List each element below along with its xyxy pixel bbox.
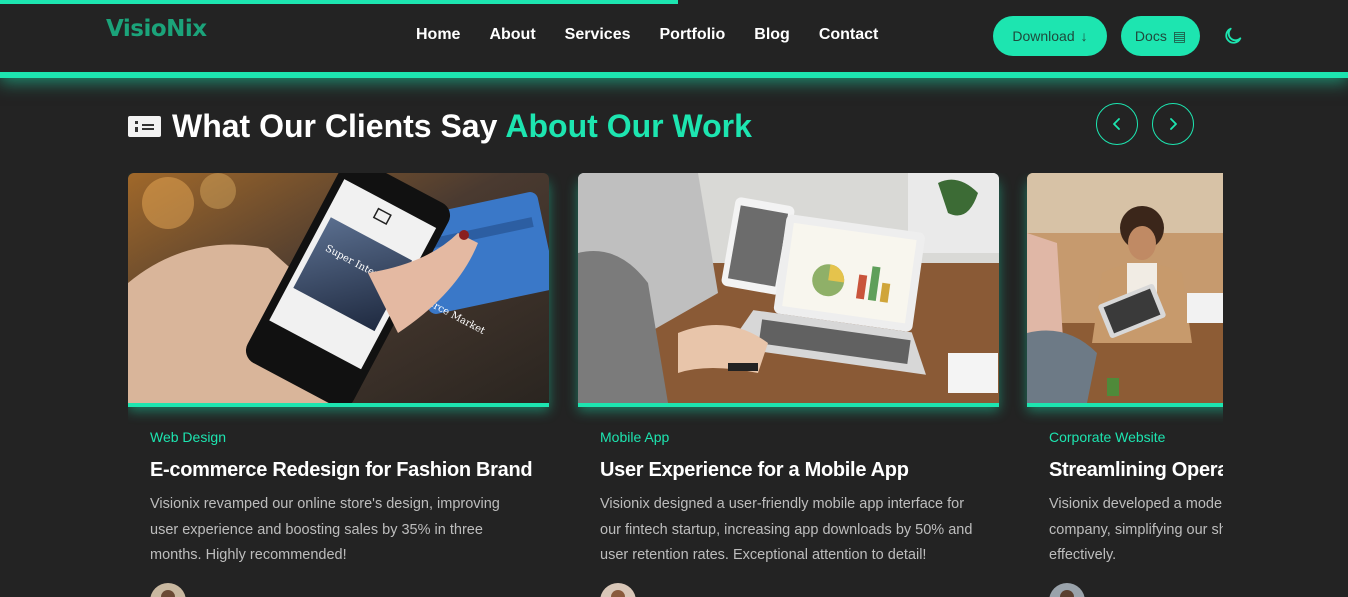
- card-image-phone-shopping: Super Internet eCommerce Market: [128, 173, 549, 403]
- carousel-prev-button[interactable]: [1096, 103, 1138, 145]
- site-header: VisioNix Home About Services Portfolio B…: [0, 0, 1348, 72]
- section-title-main: What Our Clients Say: [172, 108, 498, 144]
- document-icon: ▤: [1172, 27, 1187, 44]
- section-title: What Our Clients Say About Our Work: [128, 108, 752, 145]
- section-title-accent: About Our Work: [505, 108, 752, 144]
- carousel-next-button[interactable]: [1152, 103, 1194, 145]
- docs-button-label: Docs: [1134, 28, 1167, 44]
- id-card-icon: [128, 116, 161, 137]
- testimonial-carousel: Super Internet eCommerce Market Web Desi…: [128, 173, 1223, 597]
- nav-home[interactable]: Home: [416, 26, 460, 44]
- moon-icon[interactable]: [1222, 25, 1244, 47]
- scroll-progress-bar: [0, 0, 678, 4]
- download-button-label: Download: [1012, 28, 1075, 44]
- card-category: Web Design: [150, 429, 227, 445]
- nav-portfolio[interactable]: Portfolio: [660, 26, 726, 44]
- avatar: [1049, 582, 1085, 597]
- card-title[interactable]: Streamlining Operations: [1049, 459, 1223, 482]
- card-testimonial: Visionix designed a user-friendly mobile…: [600, 496, 973, 563]
- main-nav: Home About Services Portfolio Blog Conta…: [416, 26, 907, 44]
- card-testimonial: Visionix revamped our online store's des…: [150, 496, 500, 563]
- nav-contact[interactable]: Contact: [819, 26, 879, 44]
- docs-button[interactable]: Docs ▤: [1121, 16, 1200, 56]
- card-testimonial: Visionix developed a modern website for …: [1049, 496, 1223, 563]
- testimonial-card[interactable]: Super Internet eCommerce Market Web Desi…: [128, 173, 549, 597]
- nav-about[interactable]: About: [489, 26, 535, 44]
- avatar: [600, 582, 636, 597]
- avatar: [150, 582, 186, 597]
- chevron-right-icon: [1170, 118, 1177, 130]
- testimonial-card[interactable]: Mobile App User Experience for a Mobile …: [578, 173, 999, 597]
- card-title[interactable]: User Experience for a Mobile App: [600, 459, 977, 482]
- card-image-office-woman: [1027, 173, 1223, 403]
- card-category: Mobile App: [600, 429, 670, 445]
- card-category: Corporate Website: [1049, 429, 1166, 445]
- brand-logo[interactable]: VisioNix: [106, 16, 207, 42]
- arrow-down-icon: ↓: [1080, 28, 1088, 44]
- card-image-laptop-meeting: [578, 173, 999, 403]
- download-button[interactable]: Download ↓: [993, 16, 1107, 56]
- nav-services[interactable]: Services: [565, 26, 631, 44]
- testimonial-card[interactable]: Corporate Website Streamlining Operation…: [1027, 173, 1223, 597]
- nav-blog[interactable]: Blog: [754, 26, 790, 44]
- card-title[interactable]: E-commerce Redesign for Fashion Brand: [150, 459, 533, 482]
- chevron-left-icon: [1113, 118, 1120, 130]
